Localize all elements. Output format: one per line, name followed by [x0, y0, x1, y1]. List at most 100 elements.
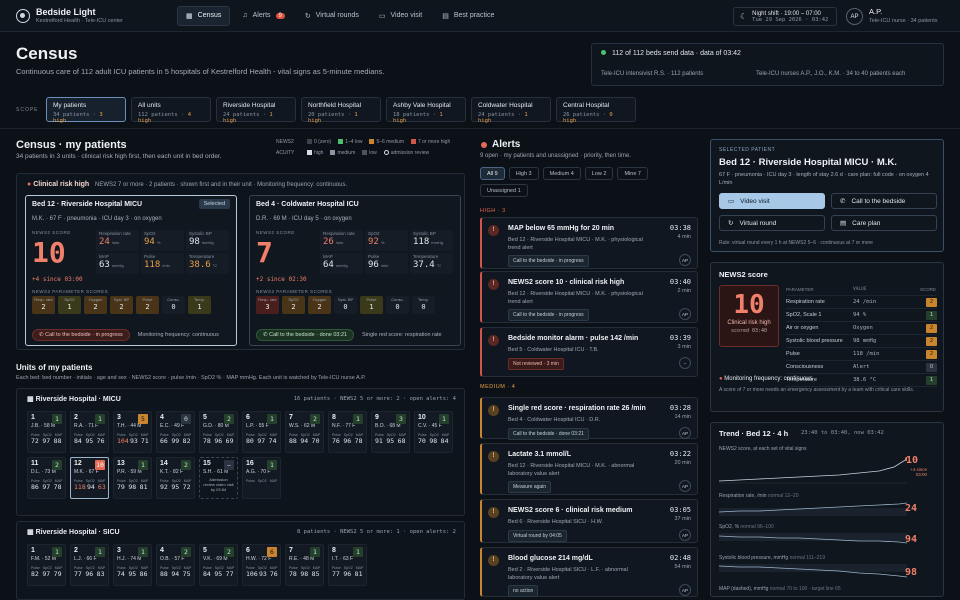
bed-tile[interactable]: 9 3 B.O. · 68 M Pulse SpO2 MAP 91 95 68 — [371, 411, 410, 453]
bed-tile[interactable]: 3 5 T.H. · 44 M Pulse SpO2 MAP 104 93 71 — [113, 411, 152, 453]
card-footer: ✆ Call to the bedside · done 03:21 Single… — [256, 329, 442, 341]
bed-tile[interactable]: 5 2 G.D. · 80 M Pulse SpO2 MAP 78 96 69 — [199, 411, 238, 453]
alert-action[interactable]: Measure again — [508, 481, 552, 493]
bed-tile[interactable]: 10 1 C.V. · 45 F Pulse SpO2 MAP 70 98 84 — [414, 411, 453, 453]
alert-filter[interactable]: High 3 — [508, 167, 539, 180]
vitals-grid: Respiration rate 26/min SpO2 92% Systolic BP… — [320, 230, 453, 274]
alert-action[interactable]: Virtual round by 04:05 — [508, 530, 567, 542]
unit-title[interactable]: ▦ Riverside Hospital · MICU — [27, 395, 121, 403]
bed-tile[interactable]: 1 1 F.M. · 52 M Pulse SpO2 MAP 82 97 79 — [27, 544, 66, 586]
alert-assignee[interactable]: AP — [679, 427, 691, 439]
scope-0[interactable]: My patients 34 patients · 3 high — [46, 97, 126, 124]
alert-action[interactable]: Call to the bedside · in progress — [508, 255, 589, 267]
alert-age: 2 min — [677, 288, 691, 294]
scope-1[interactable]: All units 112 patients · 4 high — [131, 97, 211, 124]
param-score: Pulse 1 — [360, 296, 383, 314]
alert-assignee[interactable]: AP — [679, 308, 691, 320]
alert-time: 03:22 — [669, 450, 691, 458]
alert-card[interactable]: ! Lactate 3.1 mmol/L Bed 12 · Riverside Ho… — [480, 443, 698, 495]
page-subtitle: Continuous care of 112 adult ICU patient… — [16, 67, 385, 76]
nav-best-practice[interactable]: ▤ Best practice — [434, 6, 502, 26]
alert-action[interactable]: Call to the bedside · done 03:21 — [508, 428, 589, 440]
bed-tile[interactable]: 8 1 N.F. · 77 F Pulse SpO2 MAP 76 96 78 — [328, 411, 367, 453]
call-bedside-status[interactable]: ✆ Call to the bedside · in progress — [32, 329, 130, 341]
video-visit-button[interactable]: ▭ Video visit — [719, 193, 825, 209]
bed-tile[interactable]: 1 1 J.B. · 58 M Pulse SpO2 MAP 72 97 88 — [27, 411, 66, 453]
bed-tile[interactable]: 6 6 H.W. · 72 F Pulse SpO2 MAP 106 93 76 — [242, 544, 281, 586]
app-brand[interactable]: Bedside Light Kestrelford Health · Tele-… — [36, 7, 123, 24]
alert-card[interactable]: ! NEWS2 score 6 · clinical risk medium Bed… — [480, 499, 698, 543]
bed-tile[interactable]: 14 2 K.T. · 82 F Pulse SpO2 MAP 92 95 72 — [156, 457, 195, 499]
bed-tile[interactable]: 4 0 E.C. · 49 F Pulse SpO2 MAP 66 99 82 — [156, 411, 195, 453]
alert-card[interactable]: ! MAP below 65 mmHg for 20 min Bed 12 · Ri… — [480, 217, 698, 269]
param-scores: Resp. rate 3 SpO2 2 Oxygen 2 Syst. BP 0 Pulse 1 Co… — [256, 296, 435, 314]
call-bedside-status[interactable]: ✆ Call to the bedside · done 03:21 — [256, 329, 355, 341]
bed-tile[interactable]: 8 1 I.T. · 63 F Pulse SpO2 MAP 77 96 81 — [328, 544, 367, 586]
bed-tile[interactable]: 6 1 L.P. · 55 F Pulse SpO2 MAP 80 97 74 — [242, 411, 281, 453]
scope-2[interactable]: Riverside Hospital 24 patients · 1 high — [216, 97, 296, 124]
alert-action[interactable]: no action — [508, 585, 539, 597]
alert-action[interactable]: Not reviewed · 3 min — [508, 358, 564, 370]
bed-tile[interactable]: 15– S.H. · 61 M Admission review video vis… — [199, 457, 238, 499]
alert-filter[interactable]: Low 2 — [584, 167, 614, 180]
alert-level-icon: ! — [488, 225, 499, 236]
alert-card[interactable]: ! Single red score · respiration rate 26 … — [480, 397, 698, 440]
alert-filter[interactable]: Unassigned 1 — [480, 184, 528, 197]
alert-card[interactable]: ! Blood glucose 214 mg/dL Bed 2 · Riversid… — [480, 547, 698, 597]
param-score: Resp. rate 2 — [32, 296, 55, 314]
score-since: +4 since 03:00 — [32, 276, 83, 283]
alert-assignee[interactable]: AP — [679, 584, 691, 596]
bed-tile[interactable]: 12 10 M.K. · 67 F Pulse SpO2 MAP 118 94 63 — [70, 457, 109, 499]
alert-detail: Bed 12 · Riverside Hospital MICU · M.K. … — [508, 463, 635, 477]
patient-card[interactable]: Bed 12 · Riverside Hospital MICU Selected… — [25, 195, 237, 346]
bed-tile[interactable]: 11 2 D.L. · 73 M Pulse SpO2 MAP 86 97 78 — [27, 457, 66, 499]
call-bedside-button[interactable]: ✆ Call to the bedside — [831, 193, 937, 209]
alert-card[interactable]: ! Bedside monitor alarm · pulse 142 /min B… — [480, 327, 698, 377]
user-info: A.P. Tele-ICU nurse · 34 patients — [869, 7, 937, 24]
alert-card[interactable]: ! NEWS2 score 10 · clinical risk high Bed … — [480, 271, 698, 323]
virtual-round-button[interactable]: ↻ Virtual round — [719, 215, 825, 231]
bed-tile[interactable]: 16 1 A.G. · 70 F Pulse SpO2 MAP — [242, 457, 281, 499]
alert-assignee[interactable]: AP — [679, 254, 691, 266]
legend-item: low — [362, 150, 377, 156]
bed-tile[interactable]: 5 2 V.K. · 69 M Pulse SpO2 MAP 84 95 77 — [199, 544, 238, 586]
news2-table-row: Consciousness Alert 0 — [786, 361, 937, 374]
scope-3[interactable]: Northfield Hospital 20 patients · 1 high — [301, 97, 381, 124]
bed-vital-values: 76 96 78 — [332, 437, 363, 445]
vital-cell: MAP 63 mmHg — [96, 253, 139, 274]
nav-alerts[interactable]: ♫ Alerts 9 — [234, 6, 293, 26]
unit-title[interactable]: ▦ Riverside Hospital · SICU — [27, 528, 120, 536]
bed-tile[interactable]: 2 1 R.A. · 71 F Pulse SpO2 MAP 84 95 76 — [70, 411, 109, 453]
care-plan-button[interactable]: ▤ Care plan — [831, 215, 937, 231]
avatar[interactable]: AP — [846, 8, 863, 25]
news2-scored-time: scored 03:40 — [730, 328, 768, 334]
nav-census-label: Census — [197, 12, 222, 19]
user-name: A.P. — [869, 7, 883, 16]
patient-card[interactable]: Bed 4 · Coldwater Hospital ICU D.R. · 69 … — [249, 195, 461, 346]
bed-tile[interactable]: 7 2 W.S. · 62 M Pulse SpO2 MAP 88 94 70 — [285, 411, 324, 453]
nav-virtual-rounds[interactable]: ↻ Virtual rounds — [297, 6, 367, 26]
vital-label: Pulse — [144, 254, 156, 259]
vitals-grid: Respiration rate 24/min SpO2 94% Systolic BP… — [96, 230, 229, 274]
alert-assignee[interactable]: AP — [679, 480, 691, 492]
status-ok-icon — [601, 50, 606, 55]
alert-filter[interactable]: Medium 4 — [542, 167, 581, 180]
alerts-title: Alerts — [492, 139, 521, 150]
bed-tile[interactable]: 3 1 H.J. · 74 M Pulse SpO2 MAP 74 95 86 — [113, 544, 152, 586]
bed-tile[interactable]: 4 2 O.B. · 57 F Pulse SpO2 MAP 88 94 75 — [156, 544, 195, 586]
bed-tile[interactable]: 2 1 L.J. · 66 F Pulse SpO2 MAP 77 96 83 — [70, 544, 109, 586]
bed-tile[interactable]: 7 1 R.E. · 48 M Pulse SpO2 MAP 78 98 85 — [285, 544, 324, 586]
alert-filter[interactable]: All 9 — [480, 167, 505, 180]
scope-4[interactable]: Ashby Vale Hospital 18 patients · 1 high — [386, 97, 466, 124]
nav-video-visit[interactable]: ▭ Video visit — [371, 6, 430, 26]
bed-grid: 1 1 J.B. · 58 M Pulse SpO2 MAP 72 97 88 2 1 R.A. · … — [27, 411, 453, 499]
main-nav: ▦ Census ♫ Alerts 9 ↻ Virtual rounds ▭ Video … — [177, 5, 502, 26]
alert-assignee[interactable]: AP — [679, 529, 691, 541]
scope-6[interactable]: Central Hospital 26 patients · 0 high — [556, 97, 636, 124]
alert-filter[interactable]: Mine 7 — [617, 167, 648, 180]
scope-5[interactable]: Coldwater Hospital 24 patients · 1 high — [471, 97, 551, 124]
bed-tile[interactable]: 13 1 P.R. · 59 M Pulse SpO2 MAP 79 98 81 — [113, 457, 152, 499]
alert-assignee[interactable]: – — [679, 357, 691, 369]
nav-census[interactable]: ▦ Census — [177, 5, 231, 26]
alert-action[interactable]: Call to the bedside · in progress — [508, 309, 589, 321]
